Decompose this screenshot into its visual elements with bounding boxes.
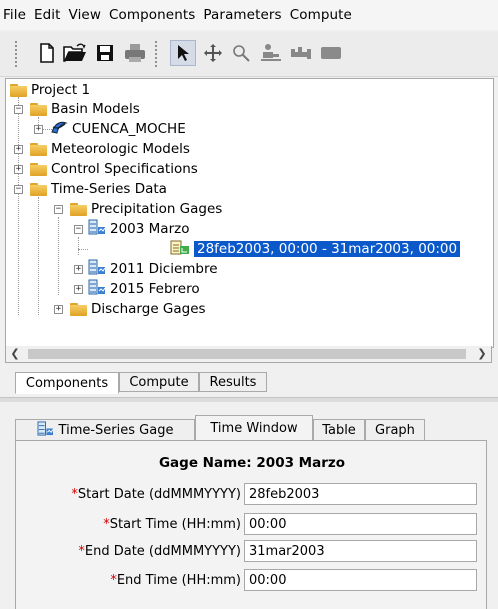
gage-icon <box>88 279 106 299</box>
tree-item-time-series[interactable]: Time-Series Data <box>30 179 167 199</box>
tab-label: Time-Series Gage <box>58 422 174 438</box>
tree-item-project[interactable]: Project 1 <box>10 80 90 100</box>
tab-time-window[interactable]: Time Window <box>195 415 313 441</box>
tree-item-gage-2015[interactable]: 2015 Febrero <box>88 279 200 299</box>
expand-icon[interactable]: + <box>74 285 83 294</box>
folder-icon <box>30 182 47 196</box>
component-tree[interactable]: Project 1 − Basin Models + CUENCA_MOCHE … <box>5 78 494 348</box>
tree-item-control[interactable]: Control Specifications <box>30 159 198 179</box>
split-pane-divider[interactable] <box>0 397 498 402</box>
menu-view[interactable]: View <box>65 7 105 23</box>
pan-move-icon[interactable] <box>200 40 226 66</box>
tab-table[interactable]: Table <box>313 419 365 441</box>
start-date-row: *Start Date (ddMMMYYYY) <box>16 482 241 506</box>
time-window-editor: Gage Name: 2003 Marzo *Start Date (ddMMM… <box>15 440 487 609</box>
folder-icon <box>70 302 87 316</box>
start-date-field[interactable]: 28feb2003 <box>244 483 477 505</box>
expand-icon[interactable]: + <box>14 145 23 154</box>
zoom-icon[interactable] <box>228 40 254 66</box>
tree-item-basin[interactable]: CUENCA_MOCHE <box>50 119 186 139</box>
gage-icon <box>37 420 54 440</box>
tree-item-discharge-gages[interactable]: Discharge Gages <box>70 299 206 319</box>
select-arrow-icon[interactable] <box>170 40 196 66</box>
collapse-icon[interactable]: − <box>14 105 23 114</box>
scroll-left-icon[interactable]: ❮ <box>6 346 24 362</box>
tab-graph[interactable]: Graph <box>365 419 425 441</box>
tree-horizontal-scrollbar[interactable]: ❮ ❯ <box>5 346 492 363</box>
tree-item-meteorologic[interactable]: Meteorologic Models <box>30 139 190 159</box>
collapse-icon[interactable]: − <box>54 205 63 214</box>
tree-guide <box>78 237 79 255</box>
menu-components[interactable]: Components <box>105 7 199 23</box>
tree-item-basin-models[interactable]: Basin Models <box>30 99 140 119</box>
tab-components[interactable]: Components <box>15 372 119 394</box>
end-time-label-text: End Time (HH:mm) <box>116 572 241 588</box>
tree-guide <box>78 249 88 250</box>
folder-icon <box>30 162 47 176</box>
scrollbar-thumb[interactable] <box>28 349 466 359</box>
menu-bar: File Edit View Components Parameters Com… <box>0 0 498 30</box>
toolbar <box>0 32 498 77</box>
tree-guide <box>58 217 59 295</box>
start-date-label: *Start Date (ddMMMYYYY) <box>71 487 241 502</box>
scroll-right-icon[interactable]: ❯ <box>473 346 491 362</box>
end-date-row: *End Date (ddMMMYYYY) <box>16 539 241 563</box>
folder-icon <box>30 102 47 116</box>
start-time-row: *Start Time (HH:mm) <box>16 512 241 536</box>
save-disk-icon[interactable] <box>92 40 118 66</box>
menu-compute[interactable]: Compute <box>286 7 356 23</box>
basin-model-icon <box>50 119 68 139</box>
tree-item-precip-gages[interactable]: Precipitation Gages <box>70 199 222 219</box>
start-time-label-text: Start Time (HH:mm) <box>109 516 241 532</box>
tree-item-time-window[interactable]: 28feb2003, 00:00 - 31mar2003, 00:00 <box>170 239 461 259</box>
open-folder-icon[interactable] <box>62 40 88 66</box>
menu-parameters[interactable]: Parameters <box>199 7 285 23</box>
expand-icon[interactable]: + <box>54 305 63 314</box>
add-junction-icon[interactable] <box>318 40 344 66</box>
end-date-label-text: End Date (ddMMMYYYY) <box>84 543 241 559</box>
folder-icon <box>30 142 47 156</box>
end-time-row: *End Time (HH:mm) <box>16 568 241 592</box>
start-date-label-text: Start Date (ddMMMYYYY) <box>77 486 241 502</box>
toolbar-grip[interactable] <box>14 40 18 68</box>
tree-guide <box>38 197 39 315</box>
expand-icon[interactable]: + <box>34 125 43 134</box>
collapse-icon[interactable]: − <box>14 185 23 194</box>
end-date-field[interactable]: 31mar2003 <box>244 540 477 562</box>
end-time-label: *End Time (HH:mm) <box>110 573 241 588</box>
gage-icon <box>88 259 106 279</box>
folder-icon <box>70 202 87 216</box>
menu-file[interactable]: File <box>0 7 30 23</box>
toolbar-grip-2[interactable] <box>154 40 158 68</box>
collapse-icon[interactable]: − <box>74 225 83 234</box>
tab-time-series-gage[interactable]: Time-Series Gage <box>15 419 195 441</box>
add-subbasin-icon[interactable] <box>258 40 284 66</box>
menu-edit[interactable]: Edit <box>30 7 65 23</box>
tree-guide <box>18 97 19 315</box>
end-time-field[interactable]: 00:00 <box>244 569 477 591</box>
tree-item-gage-2003[interactable]: 2003 Marzo <box>88 219 189 239</box>
print-icon[interactable] <box>122 40 148 66</box>
gage-name-heading: Gage Name: 2003 Marzo <box>158 455 346 471</box>
tree-item-gage-2011[interactable]: 2011 Diciembre <box>88 259 218 279</box>
end-date-label: *End Date (ddMMMYYYY) <box>78 544 241 559</box>
tab-compute[interactable]: Compute <box>119 372 199 392</box>
time-window-icon <box>170 239 190 259</box>
folder-icon <box>10 83 27 97</box>
add-reach-icon[interactable] <box>288 40 314 66</box>
tab-results[interactable]: Results <box>199 372 267 392</box>
gage-icon <box>88 219 106 239</box>
expand-icon[interactable]: + <box>74 265 83 274</box>
start-time-label: *Start Time (HH:mm) <box>103 517 241 532</box>
expand-icon[interactable]: + <box>14 165 23 174</box>
start-time-field[interactable]: 00:00 <box>244 513 477 535</box>
new-file-icon[interactable] <box>34 40 60 66</box>
